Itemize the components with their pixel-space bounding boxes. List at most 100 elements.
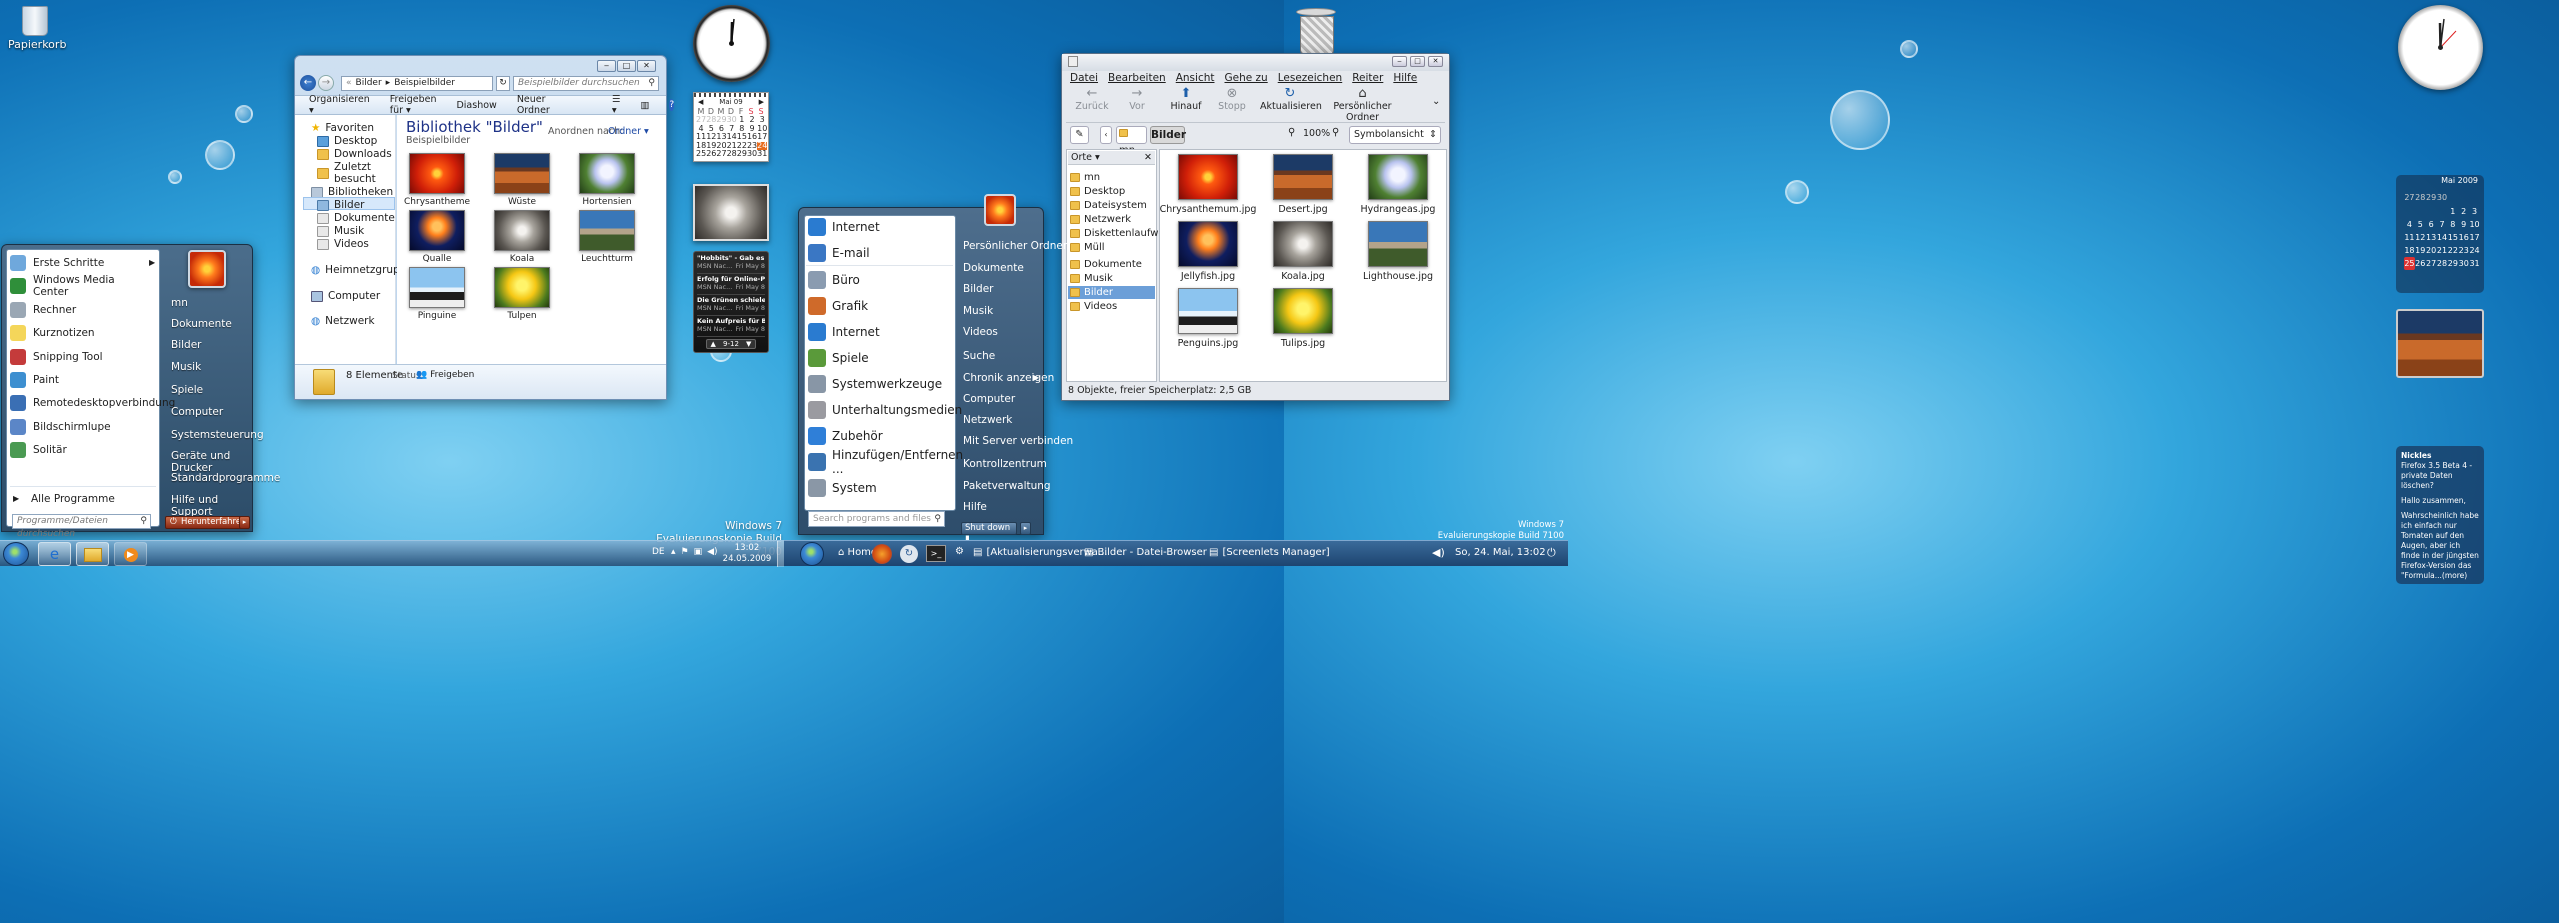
kde-place-item[interactable]: Musik (963, 305, 993, 317)
prev-month-button[interactable]: ◀ (698, 98, 703, 106)
nav-desktop[interactable]: Desktop (334, 135, 377, 147)
calendar-day[interactable]: 4 (2404, 218, 2415, 231)
nav-videos[interactable]: Videos (334, 238, 369, 250)
nav-computer[interactable]: Computer (328, 290, 380, 302)
calendar-gadget[interactable]: ◀ Mai 09 ▶ MDMDFSS 27 28 29 30 1 2 3 4 5 6 7 8 9 10 11… (693, 92, 769, 162)
calendar-day[interactable]: 28 (2437, 257, 2448, 270)
tray-clock[interactable]: 13:02 24.05.2009 (722, 543, 772, 565)
kde-place-item[interactable]: Netzwerk (963, 414, 1012, 426)
calendar-day[interactable] (2404, 205, 2415, 218)
places-item[interactable]: Videos (1070, 301, 1117, 312)
start-program-item[interactable]: Snipping Tool (10, 346, 152, 368)
nav-musik[interactable]: Musik (334, 225, 364, 237)
search-icon[interactable]: ⚲ (648, 77, 655, 90)
thumbnail-image[interactable] (409, 153, 465, 194)
kde-place-item[interactable]: Chronik anzeigen (963, 372, 1054, 384)
kde-place-item[interactable]: Computer (963, 393, 1015, 405)
feed-headlines-gadget[interactable]: "Hobbits" - Gab es si...MSN Nac...Fri Ma… (693, 251, 769, 353)
calendar-day[interactable]: 3 (2469, 205, 2480, 218)
kde-search-box[interactable]: Search programs and files ⚲ (808, 511, 945, 527)
arrange-by-dropdown[interactable]: Ordner ▾ (608, 126, 649, 137)
kde-shutdown-button[interactable]: Shut down ▮ (961, 522, 1017, 544)
kde-menu-item[interactable]: Unterhaltungsmedien (808, 398, 962, 422)
nav-favorites[interactable]: Favoriten (325, 122, 374, 134)
kde-menu-item[interactable]: E-mail (808, 241, 953, 265)
kde-place-item[interactable]: Suche (963, 350, 995, 362)
share-with-button[interactable]: Freigeben für ▾ (390, 94, 437, 116)
menu-2[interactable]: Ansicht (1176, 72, 1215, 84)
calendar-day[interactable]: 29 (2447, 257, 2458, 270)
calendar-day[interactable]: 14 (2437, 231, 2448, 244)
view-options-icon[interactable]: ☰ ▾ (612, 94, 621, 116)
gear-icon[interactable]: ⚙ (955, 546, 964, 557)
kde-place-item[interactable]: Mit Server verbinden (963, 435, 1073, 447)
forward-button[interactable]: → (318, 75, 334, 91)
start-place-item[interactable]: Spiele (171, 384, 203, 396)
menu-3[interactable]: Gehe zu (1225, 72, 1268, 84)
kde-menu-item[interactable]: Grafik (808, 294, 953, 318)
calendar-day[interactable]: 29 (2426, 191, 2437, 204)
file-thumbnail[interactable] (1273, 288, 1333, 334)
close-panel-icon[interactable]: ✕ (1144, 151, 1152, 164)
start-search-box[interactable]: Programme/Dateien durchsuchen ⚲ (12, 514, 151, 539)
calendar-day[interactable]: 27 (2426, 257, 2437, 270)
shutdown-options-button[interactable]: ▸ (239, 516, 250, 529)
user-avatar[interactable] (984, 194, 1016, 226)
calendar-day[interactable]: 31 (757, 149, 767, 159)
thumbnail-label[interactable]: Hortensien (552, 197, 662, 207)
kde-menu-item[interactable]: Internet (808, 320, 953, 344)
calendar-day[interactable]: 12 (2415, 231, 2426, 244)
feed-item[interactable]: Die Grünen schielen ...MSN Nac...Fri May… (697, 296, 765, 316)
reload-button[interactable]: ↻ Aktualisieren (1260, 87, 1322, 117)
calendar-day[interactable]: 11 (2404, 231, 2415, 244)
breadcrumb-current[interactable]: Bilder (1150, 126, 1186, 144)
feed-prev-button[interactable]: ▲ (711, 340, 716, 348)
slideshow-gadget[interactable] (693, 184, 769, 241)
all-programs-link[interactable]: Alle Programme (31, 493, 115, 505)
calendar-day[interactable]: 25 (696, 149, 706, 159)
calendar-day[interactable]: 9 (2458, 218, 2469, 231)
kde-launcher-button[interactable] (800, 542, 824, 566)
back-button[interactable]: ← (300, 75, 316, 91)
nav-network[interactable]: Netzwerk (325, 315, 374, 327)
calendar-day[interactable]: 30 (747, 149, 757, 159)
thumbnail-image[interactable] (579, 153, 635, 194)
thumbnail-image[interactable] (409, 267, 465, 308)
menu-1[interactable]: Bearbeiten (1108, 72, 1166, 84)
organize-button[interactable]: Organisieren ▾ (309, 94, 370, 116)
terminal-launcher-icon[interactable]: >_ (926, 545, 946, 562)
search-icon[interactable]: ⚲ (140, 515, 147, 528)
places-item[interactable]: Dokumente (1070, 259, 1142, 270)
file-thumbnail[interactable] (1368, 154, 1428, 200)
nav-dokumente[interactable]: Dokumente (334, 212, 395, 224)
file-thumbnail[interactable] (1178, 221, 1238, 267)
breadcrumb-back-button[interactable]: ‹ (1100, 126, 1112, 144)
language-indicator[interactable]: DE (652, 547, 665, 557)
calendar-day[interactable]: 13 (2426, 231, 2437, 244)
file-thumbnail[interactable] (1273, 154, 1333, 200)
calendar-day[interactable]: 26 (706, 149, 716, 159)
kde-calendar-widget[interactable]: Mai 2009 27 28 29 30 1 2 3 4 5 6 7 8 9 10 11 12 13 14 15 1… (2396, 175, 2484, 293)
start-program-item[interactable]: Rechner (10, 299, 152, 321)
calendar-day[interactable]: 25 (2404, 257, 2415, 270)
network-tray-icon[interactable]: ▣ (694, 547, 703, 557)
address-bar[interactable]: « Bilder ▸ Beispielbilder (341, 76, 493, 91)
back-button[interactable]: ← Zurück (1072, 87, 1112, 117)
calendar-day[interactable]: 28 (2415, 191, 2426, 204)
calendar-day[interactable]: 23 (2458, 244, 2469, 257)
places-item[interactable]: Desktop (1070, 186, 1125, 197)
calendar-day[interactable]: 10 (2469, 218, 2480, 231)
power-icon[interactable]: ⏻ (1547, 546, 1556, 560)
help-icon[interactable]: ? (669, 99, 675, 111)
volume-tray-icon[interactable]: ◀) (1432, 546, 1445, 559)
view-mode-select[interactable]: Symbolansicht ⇕ (1349, 126, 1441, 144)
close-button[interactable]: ✕ (1428, 56, 1443, 67)
calendar-day[interactable]: 8 (2447, 218, 2458, 231)
menu-6[interactable]: Hilfe (1393, 72, 1417, 84)
calendar-day[interactable]: 17 (2469, 231, 2480, 244)
menu-4[interactable]: Lesezeichen (1278, 72, 1343, 84)
file-name[interactable]: Jellyfish.jpg (1153, 271, 1263, 282)
kde-menu-item[interactable]: Internet (808, 215, 953, 239)
calendar-day[interactable] (2426, 205, 2437, 218)
calendar-day[interactable]: 27 (716, 149, 726, 159)
